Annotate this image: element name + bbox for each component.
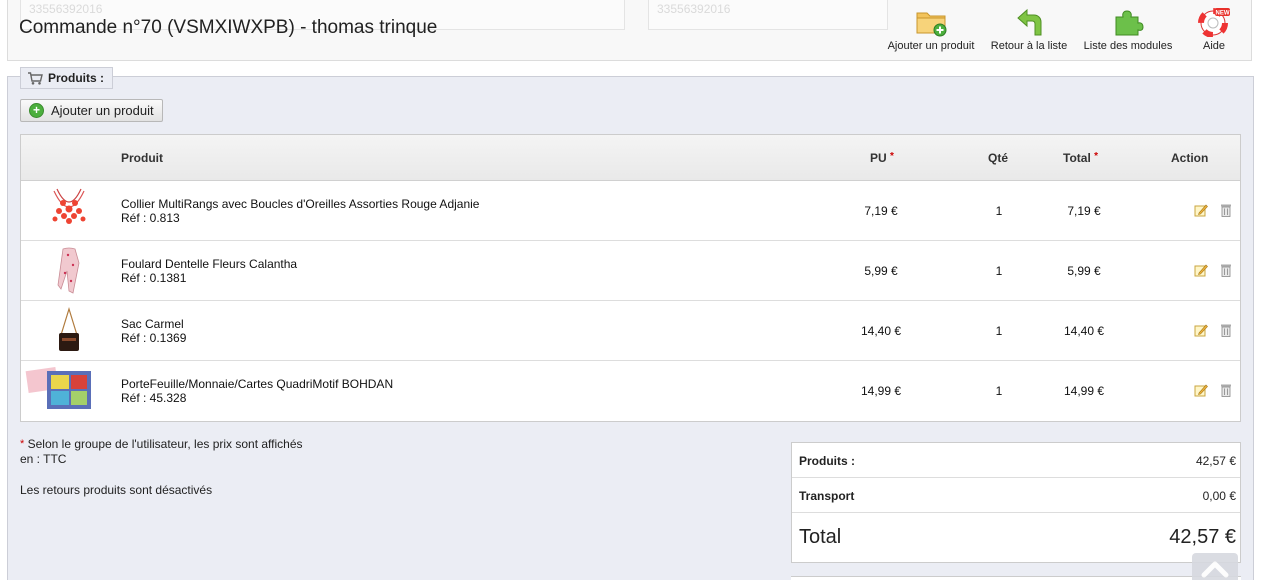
product-thumbnail-wallet xyxy=(25,367,91,409)
order-totals: Produits : 42,57 € Transport 0,00 € Tota… xyxy=(791,442,1241,563)
shopping-cart-icon xyxy=(28,71,43,85)
table-row: Foulard Dentelle Fleurs Calantha Réf : 0… xyxy=(21,241,1240,301)
table-row: Sac Carmel Réf : 0.1369 14,40 € 1 14,40 … xyxy=(21,301,1240,361)
edit-pencil-icon[interactable] xyxy=(1194,203,1208,217)
grand-total-value: 42,57 € xyxy=(1169,526,1236,548)
edit-pencil-icon[interactable] xyxy=(1194,263,1208,277)
required-mark: * xyxy=(890,151,894,162)
totals-row-grand-total: Total 42,57 € xyxy=(792,513,1240,564)
toolbar-help-label: Aide xyxy=(1202,40,1226,52)
toolbar-help-button[interactable]: NEW Aide xyxy=(1191,7,1237,57)
toolbar-modules-list-button[interactable]: Liste des modules xyxy=(1081,7,1175,57)
price-group-note: * Selon le groupe de l'utilisateur, les … xyxy=(20,437,310,467)
grand-total-label: Total xyxy=(799,526,842,548)
shipping-value: 0,00 € xyxy=(1202,489,1236,503)
product-ref: Réf : 45.328 xyxy=(121,391,187,405)
price-group-note-text: Selon le groupe de l'utilisateur, les pr… xyxy=(20,437,303,466)
line-total: 14,99 € xyxy=(1063,384,1105,398)
table-row: PorteFeuille/Monnaie/Cartes QuadriMotif … xyxy=(21,361,1240,421)
header-product: Produit xyxy=(121,151,163,165)
products-total-label: Produits : xyxy=(799,454,855,468)
table-row: Collier MultiRangs avec Boucles d'Oreill… xyxy=(21,181,1240,241)
order-header: 33556392016 33556392016 Commande n°70 (V… xyxy=(7,0,1252,61)
toolbar-add-product-label: Ajouter un produit xyxy=(887,40,975,52)
add-product-button-label: Ajouter un produit xyxy=(51,103,154,118)
folder-add-icon xyxy=(916,12,947,37)
toolbar-modules-list-label: Liste des modules xyxy=(1083,40,1173,52)
products-legend-label: Produits : xyxy=(48,71,104,85)
product-name: Foulard Dentelle Fleurs Calantha xyxy=(121,257,298,271)
required-mark: * xyxy=(1094,151,1099,162)
unit-price: 5,99 € xyxy=(864,264,898,278)
toolbar-add-product-button[interactable]: Ajouter un produit xyxy=(885,7,977,57)
chevron-up-icon xyxy=(1201,561,1229,578)
quantity: 1 xyxy=(995,384,1003,398)
edit-pencil-icon[interactable] xyxy=(1194,323,1208,337)
products-table: Produit PU * Qté Total * Action Collier … xyxy=(20,134,1241,422)
trash-icon[interactable] xyxy=(1220,263,1232,277)
shipping-label: Transport xyxy=(799,489,855,503)
toolbar-back-to-list-button[interactable]: Retour à la liste xyxy=(988,7,1070,57)
help-new-badge: NEW xyxy=(1216,10,1230,16)
header-qty: Qté xyxy=(988,151,1009,165)
edit-pencil-icon[interactable] xyxy=(1194,383,1208,397)
toolbar-back-to-list-label: Retour à la liste xyxy=(990,40,1068,52)
trash-icon[interactable] xyxy=(1220,203,1232,217)
product-ref: Réf : 0.1381 xyxy=(121,271,187,285)
product-name: PorteFeuille/Monnaie/Cartes QuadriMotif … xyxy=(121,377,394,391)
product-thumbnail-necklace xyxy=(52,188,86,224)
product-ref: Réf : 0.1369 xyxy=(121,331,187,345)
back-arrow-icon xyxy=(1017,8,1042,36)
required-mark: * xyxy=(20,438,25,450)
plus-circle-icon: + xyxy=(29,103,44,118)
header-action: Action xyxy=(1171,151,1209,165)
returns-disabled-note: Les retours produits sont désactivés xyxy=(20,483,213,497)
product-name: Collier MultiRangs avec Boucles d'Oreill… xyxy=(121,197,480,211)
line-total: 7,19 € xyxy=(1067,204,1101,218)
unit-price: 14,40 € xyxy=(860,324,902,338)
table-header-row: Produit PU * Qté Total * Action xyxy=(21,135,1240,181)
page-title: Commande n°70 (VSMXIWXPB) - thomas trinq… xyxy=(19,17,438,38)
line-total: 14,40 € xyxy=(1063,324,1105,338)
product-thumbnail-bag xyxy=(59,306,79,351)
quantity: 1 xyxy=(995,324,1003,338)
product-thumbnail-scarf xyxy=(57,247,80,294)
line-total: 5,99 € xyxy=(1067,264,1101,278)
totals-row-products: Produits : 42,57 € xyxy=(792,443,1240,478)
product-ref: Réf : 0.813 xyxy=(121,211,180,225)
lifebuoy-icon: NEW xyxy=(1198,8,1230,37)
unit-price: 7,19 € xyxy=(864,204,898,218)
header-unit-price: PU * xyxy=(870,151,894,165)
add-product-button[interactable]: + Ajouter un produit xyxy=(20,99,163,122)
products-total-value: 42,57 € xyxy=(1195,454,1236,468)
quantity: 1 xyxy=(995,204,1003,218)
totals-row-shipping: Transport 0,00 € xyxy=(792,478,1240,513)
trash-icon[interactable] xyxy=(1220,323,1232,337)
header-total: Total * xyxy=(1063,151,1099,165)
unit-price: 14,99 € xyxy=(860,384,902,398)
ghost-field-right: 33556392016 xyxy=(648,0,888,30)
product-name: Sac Carmel xyxy=(121,317,184,331)
quantity: 1 xyxy=(995,264,1003,278)
trash-icon[interactable] xyxy=(1220,383,1232,397)
products-legend: Produits : xyxy=(20,67,113,89)
next-section-edge xyxy=(791,576,1241,580)
scroll-to-top-button[interactable] xyxy=(1192,553,1238,580)
puzzle-piece-icon xyxy=(1115,10,1144,36)
